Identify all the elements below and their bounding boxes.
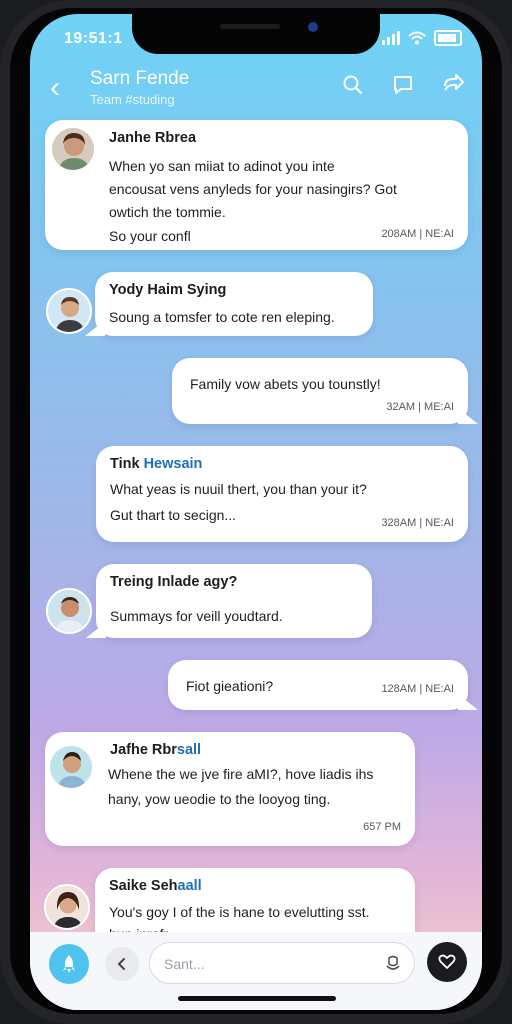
message-time: 657 PM <box>363 821 401 833</box>
avatar[interactable] <box>50 126 96 172</box>
status-icons <box>382 30 462 46</box>
contact-name: Sarn Fende <box>90 68 190 89</box>
message-time: 208AM | NE:AI <box>381 228 454 240</box>
message-bubble: Jafhe Rbrsall Whene the we jve fire aMI?… <box>45 732 415 846</box>
message-time: 32AM | ME:AI <box>386 401 454 413</box>
chat-icon[interactable] <box>390 72 416 98</box>
phone-frame: 19:51:1 ‹ Sarn Fende Team #studing Janhe… <box>0 0 512 1024</box>
message-bubble-outgoing: Family vow abets you tounstly! 32AM | ME… <box>172 358 468 424</box>
search-icon[interactable] <box>340 72 366 98</box>
message-bubble: Janhe Rbrea When yo san miiat to adinot … <box>45 120 468 250</box>
heart-icon[interactable] <box>427 942 467 982</box>
chat-header: ‹ Sarn Fende Team #studing <box>30 66 482 118</box>
rocket-icon[interactable] <box>49 944 89 984</box>
avatar[interactable] <box>46 588 92 634</box>
message-time: 328AM | NE:AI <box>381 517 454 529</box>
message-input-wrap <box>149 942 415 984</box>
avatar[interactable] <box>46 288 92 334</box>
avatar[interactable] <box>44 884 90 930</box>
camera-dot <box>308 22 318 32</box>
sender-name: Saike Sehaall <box>109 878 202 894</box>
message-text: owtich the tommie. <box>109 204 226 220</box>
message-text: Soung a tomsfer to cote ren eleping. <box>109 309 335 325</box>
message-text: Fiot gieationi? <box>186 678 274 694</box>
message-text: So your confl <box>109 228 191 244</box>
message-text: Gut thart to secign... <box>110 507 237 523</box>
message-text: What yeas is nuuil thert, you than your … <box>110 481 367 497</box>
message-text: When yo san miiat to adinot you inte <box>109 158 335 174</box>
message-input[interactable] <box>162 952 366 976</box>
message-text: encousat vens anyleds for your nasingirs… <box>109 181 397 197</box>
avatar[interactable] <box>48 744 94 790</box>
message-time: 128AM | NE:AI <box>381 683 454 695</box>
message-text: hany, yow ueodie to the looyog ting. <box>108 791 331 807</box>
message-bubble: Yody Haim Sying Soung a tomsfer to cote … <box>95 272 373 336</box>
message-bubble-outgoing: Fiot gieationi? 128AM | NE:AI <box>168 660 468 710</box>
back-icon[interactable]: ‹ <box>50 72 78 104</box>
status-time: 19:51:1 <box>64 30 123 47</box>
chat-screen: 19:51:1 ‹ Sarn Fende Team #studing Janhe… <box>30 14 482 1010</box>
message-bubble: Tink Hewsain What yeas is nuuil thert, y… <box>96 446 468 542</box>
message-text: You's goy I of the is hane to evelutting… <box>109 904 370 920</box>
chevron-left-icon[interactable] <box>105 947 139 981</box>
dynamic-island <box>132 14 380 54</box>
battery-icon <box>434 30 462 46</box>
sender-name: Yody Haim Sying <box>109 282 227 298</box>
sender-name: Tink Hewsain <box>110 456 203 472</box>
share-icon[interactable] <box>440 72 466 98</box>
signal-icon <box>382 31 400 45</box>
message-text: Family vow abets you tounstly! <box>190 376 381 392</box>
sender-name: Janhe Rbrea <box>109 130 197 146</box>
wifi-icon <box>408 31 426 45</box>
speaker <box>220 24 280 29</box>
message-text: Whene the we jve fire aMI?, hove liadis … <box>108 766 374 782</box>
sender-name: Jafhe Rbrsall <box>110 742 202 758</box>
message-text: Summays for veill youdtard. <box>110 608 283 624</box>
home-indicator <box>178 996 336 1001</box>
contact-subtitle: Team #studing <box>90 92 175 107</box>
sender-name: Treing Inlade agy? <box>110 574 238 590</box>
mic-icon[interactable] <box>382 952 404 974</box>
message-bubble: Treing Inlade agy? Summays for veill you… <box>96 564 372 638</box>
